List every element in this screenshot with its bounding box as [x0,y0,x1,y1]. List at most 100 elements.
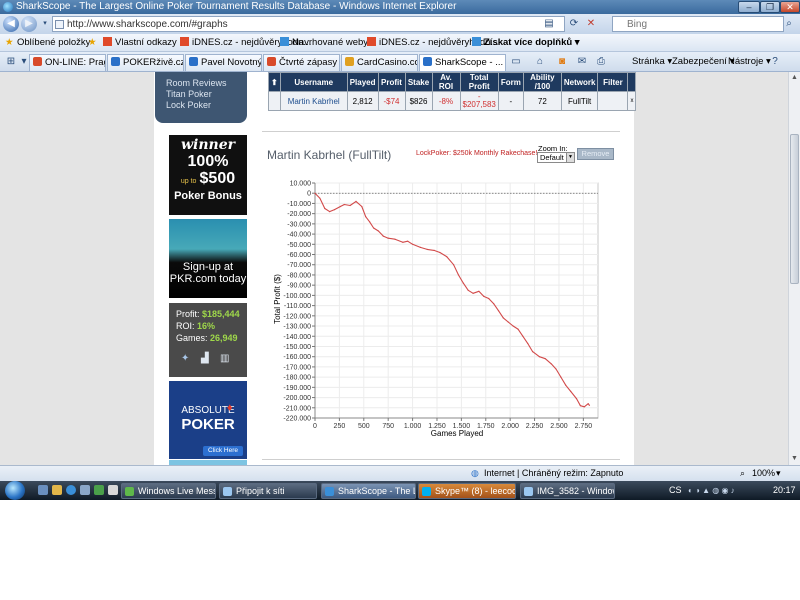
page-icon [345,57,354,66]
taskbar-item-skype[interactable]: Skype™ (8) - leecoo... [418,483,516,499]
y-tick-label: -220.000 [283,416,311,423]
media-icon[interactable] [94,485,104,495]
language-indicator[interactable]: CS [669,481,682,500]
add-favorite-icon[interactable]: ★ [88,34,97,52]
safety-menu[interactable]: Zabezpečení ▾ [672,52,734,72]
y-tick-label: -180.000 [283,375,311,382]
taskbar-item-live-messenger[interactable]: Windows Live Mess... [121,483,216,499]
compatibility-icon[interactable]: ▤ [542,17,556,31]
x-tick-label: 2.000 [501,423,519,430]
url-field[interactable] [52,16,565,32]
tab-cardcasino[interactable]: CardCasino.com... [341,54,418,71]
tab-sharkscope[interactable]: SharkScope - ... ✕ [419,54,506,71]
maximize-button[interactable]: ❐ [760,1,780,13]
new-tab-icon[interactable]: ▭ [509,55,523,69]
data-point [502,317,504,319]
fav-item-suggested-sites[interactable]: Navrhované weby ▾ [280,34,375,52]
data-point [538,356,541,358]
y-tick-label: 10.000 [290,181,312,188]
taskbar-item-sharkscope[interactable]: SharkScope - The La... [321,483,416,499]
fav-item-custom-links[interactable]: Vlastní odkazy [103,34,177,52]
address-bar: ◀ ▶ ▾ ▤ ⟳ ✕ ⌕ [0,14,800,34]
home-icon[interactable]: ⌂ [533,55,547,69]
page-icon [267,57,276,66]
y-tick-label: -110.000 [284,303,311,310]
data-point [467,289,469,291]
back-button[interactable]: ◀ [3,16,19,32]
minimize-button[interactable]: – [738,1,760,13]
data-point [587,403,589,405]
switch-windows-icon[interactable] [80,485,90,495]
favorites-star-icon[interactable]: ★ [5,34,14,52]
start-button[interactable] [5,481,25,500]
window-title-bar: SharkScope - The Largest Online Poker To… [0,0,800,14]
data-point [462,282,464,284]
data-point [570,390,572,392]
zoom-level[interactable]: 100% [752,466,775,481]
y-tick-label: -30.000 [287,221,311,228]
x-tick-label: 0 [313,423,317,430]
refresh-icon[interactable]: ⟳ [567,17,581,31]
link-icon [103,37,112,46]
data-point [419,246,421,248]
tray-icons[interactable]: ◐ ◑ ▲ ◍ ◉ ♪ [688,481,735,500]
ie-quicklaunch-icon[interactable] [66,485,76,495]
stop-icon[interactable]: ✕ [584,17,598,31]
data-point [550,363,552,365]
y-tick-label: -90.000 [287,283,311,290]
help-icon[interactable]: ? [768,55,782,69]
search-icon[interactable]: ⌕ [782,17,796,31]
zoom-dropdown-icon[interactable]: ▾ [776,466,781,481]
scroll-down-arrow[interactable]: ▼ [790,454,799,463]
data-point [472,292,474,294]
vertical-scrollbar[interactable]: ▲ ▼ [788,72,800,465]
favorites-button[interactable]: Oblíbené položky [17,34,90,52]
y-tick-label: -190.000 [283,385,311,392]
taskbar-item-photo-viewer[interactable]: IMG_3582 - Window... [520,483,615,499]
forward-button[interactable]: ▶ [21,16,37,32]
tools-menu[interactable]: Nástroje ▾ [728,52,771,72]
explorer-icon[interactable] [52,485,62,495]
data-point [488,297,490,300]
tab-online-prague[interactable]: ON-LINE: Prague... [29,54,106,71]
scroll-up-arrow[interactable]: ▲ [790,73,799,82]
data-point [555,368,557,370]
data-point [527,342,529,344]
tab-pavel-novotny[interactable]: Pavel Novotný (4... [185,54,262,71]
y-tick-label: 0 [307,191,311,198]
mail-icon[interactable]: ✉ [575,55,589,69]
mail-quicklaunch-icon[interactable] [108,485,118,495]
data-point [355,200,357,202]
close-button[interactable]: ✕ [780,1,800,13]
y-tick-label: -170.000 [283,364,311,371]
search-input[interactable] [612,16,784,32]
feeds-icon[interactable]: ◙ [555,55,569,69]
scroll-thumb[interactable] [790,134,799,284]
page-menu[interactable]: Stránka ▾ [632,52,672,72]
y-tick-label: -60.000 [287,252,311,259]
data-point [377,230,379,232]
fav-item-get-addons[interactable]: Získat více doplňků ▾ [472,34,580,52]
tab-pokerzive[interactable]: POKERživě.cz CMS [107,54,184,71]
data-point [407,240,409,242]
tab-bar: ⊞ ▾ ON-LINE: Prague... POKERživě.cz CMS … [0,52,800,72]
x-tick-label: 2.750 [575,423,593,430]
show-desktop-icon[interactable] [38,485,48,495]
clock[interactable]: 20:17 [773,481,796,500]
taskbar-item-connect[interactable]: Připojit k síti [219,483,317,499]
data-point [483,295,485,297]
zoom-icon[interactable]: ⌕ [740,466,745,481]
section-divider-bottom [262,459,620,460]
print-icon[interactable]: ⎙ [594,55,608,69]
network-icon [223,487,232,496]
security-zone: Internet | Chráněný režim: Zapnuto [484,468,624,478]
data-point [583,406,585,408]
y-tick-label: -130.000 [283,324,311,331]
page-icon [111,57,120,66]
y-axis-label: Total Profit ($) [273,274,282,324]
history-dropdown-icon[interactable]: ▾ [38,17,52,31]
tab-ctvrte-zapasy[interactable]: Čtvrté zápasy př... [263,54,340,71]
y-tick-label: -150.000 [283,344,311,351]
window-title: SharkScope - The Largest Online Poker To… [16,1,457,12]
quick-tabs-icon[interactable]: ⊞ [4,55,18,69]
